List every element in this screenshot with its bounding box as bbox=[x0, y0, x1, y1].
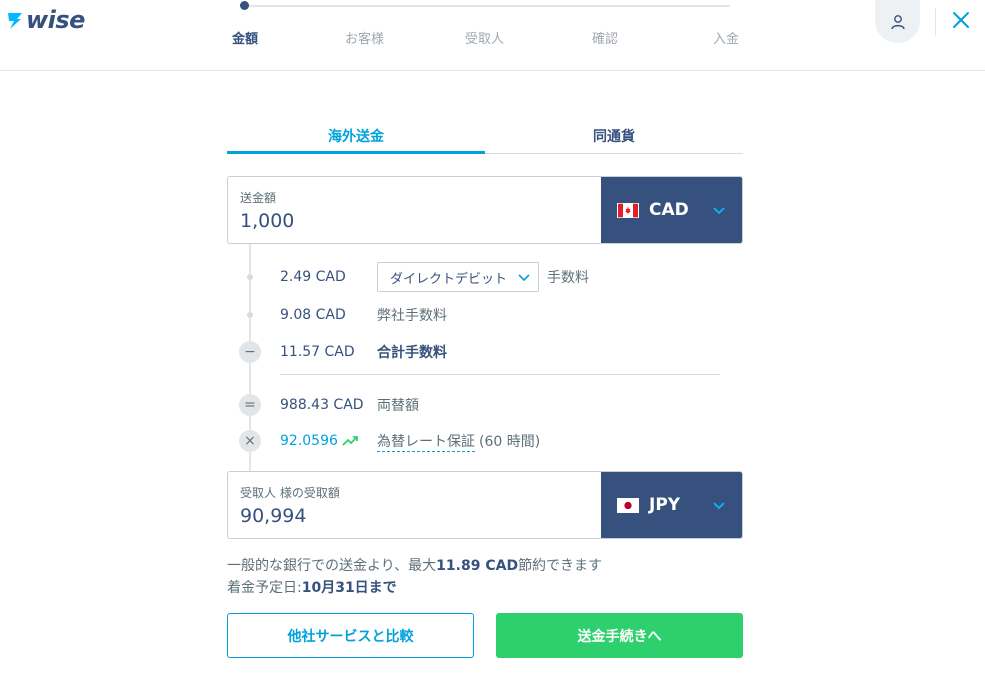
send-amount-field[interactable]: 送金額 1,000 bbox=[228, 177, 601, 243]
payment-fee-row: 2.49 CAD ダイレクトデビット 手数料 bbox=[227, 262, 743, 292]
send-currency-select[interactable]: CAD bbox=[601, 177, 742, 243]
stepper-current-dot bbox=[240, 1, 249, 10]
step-customer: お客様 bbox=[345, 32, 385, 47]
receive-currency-code: JPY bbox=[649, 495, 681, 515]
profile-button[interactable] bbox=[875, 0, 920, 43]
savings-line: 一般的な銀行での送金より、最大11.89 CAD節約できます bbox=[227, 558, 603, 574]
converted-amount-row: = 988.43 CAD 両替額 bbox=[227, 392, 743, 418]
send-amount-value[interactable]: 1,000 bbox=[240, 210, 589, 232]
stepper-track bbox=[244, 5, 730, 7]
payment-method-value: ダイレクトデビット bbox=[390, 271, 508, 287]
tab-international[interactable]: 海外送金 bbox=[227, 118, 485, 154]
total-fee-row: − 11.57 CAD 合計手数料 bbox=[227, 339, 743, 365]
send-currency-code: CAD bbox=[649, 200, 689, 220]
minus-icon: − bbox=[239, 341, 261, 363]
multiply-icon: × bbox=[239, 430, 261, 452]
tab-same-currency[interactable]: 同通貨 bbox=[485, 118, 743, 154]
rate-guarantee-duration: (60 時間) bbox=[479, 434, 541, 450]
total-fee-label: 合計手数料 bbox=[377, 345, 447, 361]
canada-flag-icon bbox=[617, 202, 639, 218]
send-amount-label: 送金額 bbox=[240, 191, 277, 205]
receive-amount-box: 受取人 様の受取額 90,994 JPY bbox=[227, 471, 743, 539]
converted-amount: 988.43 CAD bbox=[280, 397, 364, 413]
receive-amount-field[interactable]: 受取人 様の受取額 90,994 bbox=[228, 472, 601, 538]
converted-label: 両替額 bbox=[377, 398, 419, 414]
timeline-dot bbox=[247, 312, 253, 318]
total-fee-amount: 11.57 CAD bbox=[280, 344, 355, 360]
rate-row: × 92.0596 為替レート保証 (60 時間) bbox=[227, 428, 743, 454]
payment-method-select[interactable]: ダイレクトデビット bbox=[377, 262, 539, 292]
step-payment: 入金 bbox=[713, 32, 740, 47]
fee-breakdown: 2.49 CAD ダイレクトデビット 手数料 9.08 CAD 弊社手数料 − … bbox=[227, 244, 743, 471]
wise-logo[interactable]: wise bbox=[6, 6, 85, 34]
breakdown-separator bbox=[280, 374, 720, 375]
transfer-type-tabs: 海外送金 同通貨 bbox=[227, 118, 743, 154]
timeline-dot bbox=[247, 274, 253, 280]
arrival-line: 着金予定日:10月31日まで bbox=[227, 580, 397, 596]
progress-stepper: 金額 お客様 受取人 確認 入金 bbox=[232, 0, 744, 60]
equals-icon: = bbox=[239, 394, 261, 416]
continue-button[interactable]: 送金手続きへ bbox=[496, 613, 743, 658]
our-fee-row: 9.08 CAD 弊社手数料 bbox=[227, 302, 743, 328]
trend-up-icon bbox=[342, 436, 358, 446]
receive-currency-select[interactable]: JPY bbox=[601, 472, 742, 538]
user-icon bbox=[890, 14, 905, 29]
japan-flag-icon bbox=[617, 497, 639, 513]
compare-button[interactable]: 他社サービスと比較 bbox=[227, 613, 474, 658]
savings-amount: 11.89 CAD bbox=[436, 558, 519, 574]
receive-amount-value[interactable]: 90,994 bbox=[240, 505, 589, 527]
payment-fee-label: 手数料 bbox=[547, 270, 589, 286]
close-button[interactable] bbox=[950, 9, 972, 31]
savings-info: 一般的な銀行での送金より、最大11.89 CAD節約できます 着金予定日:10月… bbox=[227, 555, 602, 599]
header-divider bbox=[935, 8, 936, 36]
send-amount-box: 送金額 1,000 CAD bbox=[227, 176, 743, 244]
our-fee-label: 弊社手数料 bbox=[377, 308, 447, 324]
step-recipient: 受取人 bbox=[465, 32, 505, 47]
top-header: wise 金額 お客様 受取人 確認 入金 bbox=[0, 0, 985, 71]
step-amount: 金額 bbox=[232, 32, 259, 47]
chevron-down-icon bbox=[713, 207, 725, 215]
exchange-rate[interactable]: 92.0596 bbox=[280, 433, 360, 449]
our-fee-amount: 9.08 CAD bbox=[280, 307, 346, 323]
wise-flag-icon bbox=[8, 13, 22, 29]
arrival-date: 10月31日まで bbox=[301, 580, 397, 596]
step-review: 確認 bbox=[592, 32, 619, 47]
rate-guarantee-link[interactable]: 為替レート保証 bbox=[377, 431, 475, 452]
exchange-rate-value: 92.0596 bbox=[280, 433, 338, 449]
chevron-down-icon bbox=[518, 274, 530, 281]
wise-logo-text: wise bbox=[26, 6, 85, 34]
chevron-down-icon bbox=[713, 502, 725, 510]
payment-fee-amount: 2.49 CAD bbox=[280, 269, 346, 285]
close-icon bbox=[953, 12, 969, 28]
receive-amount-label: 受取人 様の受取額 bbox=[240, 486, 340, 500]
